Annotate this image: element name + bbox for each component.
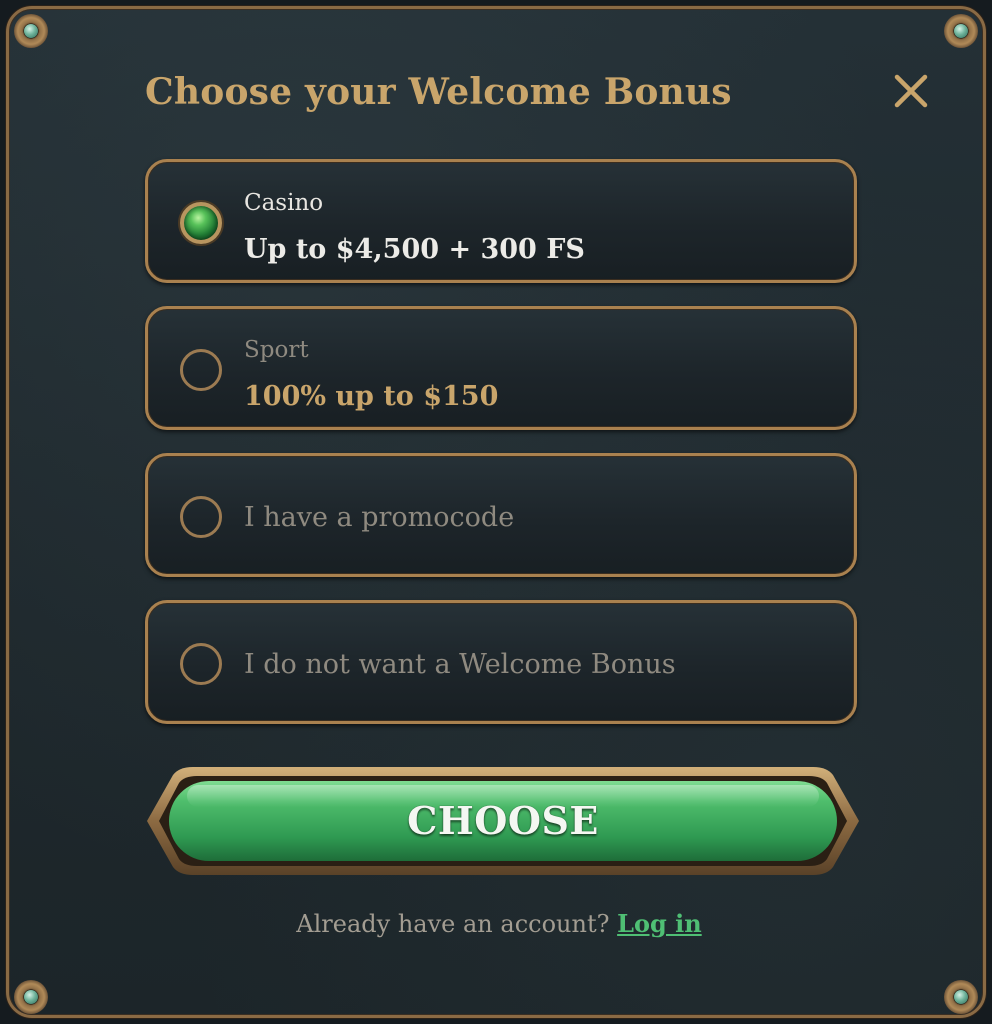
bonus-option-casino[interactable]: Casino Up to $4,500 + 300 FS xyxy=(145,159,857,283)
corner-rivet-icon xyxy=(944,14,978,48)
option-category-label: Casino xyxy=(244,190,324,216)
login-link[interactable]: Log in xyxy=(617,909,702,938)
option-bonus-value: 100% up to $150 xyxy=(244,381,499,412)
corner-rivet-icon xyxy=(14,14,48,48)
emerald-gem-radio-icon[interactable] xyxy=(180,202,222,244)
option-label: I have a promocode xyxy=(244,502,515,533)
bonus-option-no-bonus[interactable]: I do not want a Welcome Bonus xyxy=(145,600,857,724)
welcome-bonus-modal: Choose your Welcome Bonus Casino Up to $… xyxy=(6,6,986,1018)
modal-title: Choose your Welcome Bonus xyxy=(145,71,732,113)
close-button[interactable] xyxy=(889,69,933,113)
radio-button[interactable] xyxy=(180,496,222,538)
radio-button[interactable] xyxy=(180,643,222,685)
option-label: I do not want a Welcome Bonus xyxy=(244,649,676,680)
option-bonus-value: Up to $4,500 + 300 FS xyxy=(244,234,585,265)
option-category-label: Sport xyxy=(244,337,309,363)
login-prompt-text: Already have an account? xyxy=(296,910,610,938)
radio-button[interactable] xyxy=(180,349,222,391)
corner-rivet-icon xyxy=(14,980,48,1014)
bonus-option-sport[interactable]: Sport 100% up to $150 xyxy=(145,306,857,430)
choose-button[interactable]: CHOOSE xyxy=(147,765,859,877)
choose-button-label: CHOOSE xyxy=(407,798,599,843)
bonus-option-promocode[interactable]: I have a promocode xyxy=(145,453,857,577)
close-icon xyxy=(894,74,928,108)
login-prompt: Already have an account? Log in xyxy=(9,909,989,938)
corner-rivet-icon xyxy=(944,980,978,1014)
